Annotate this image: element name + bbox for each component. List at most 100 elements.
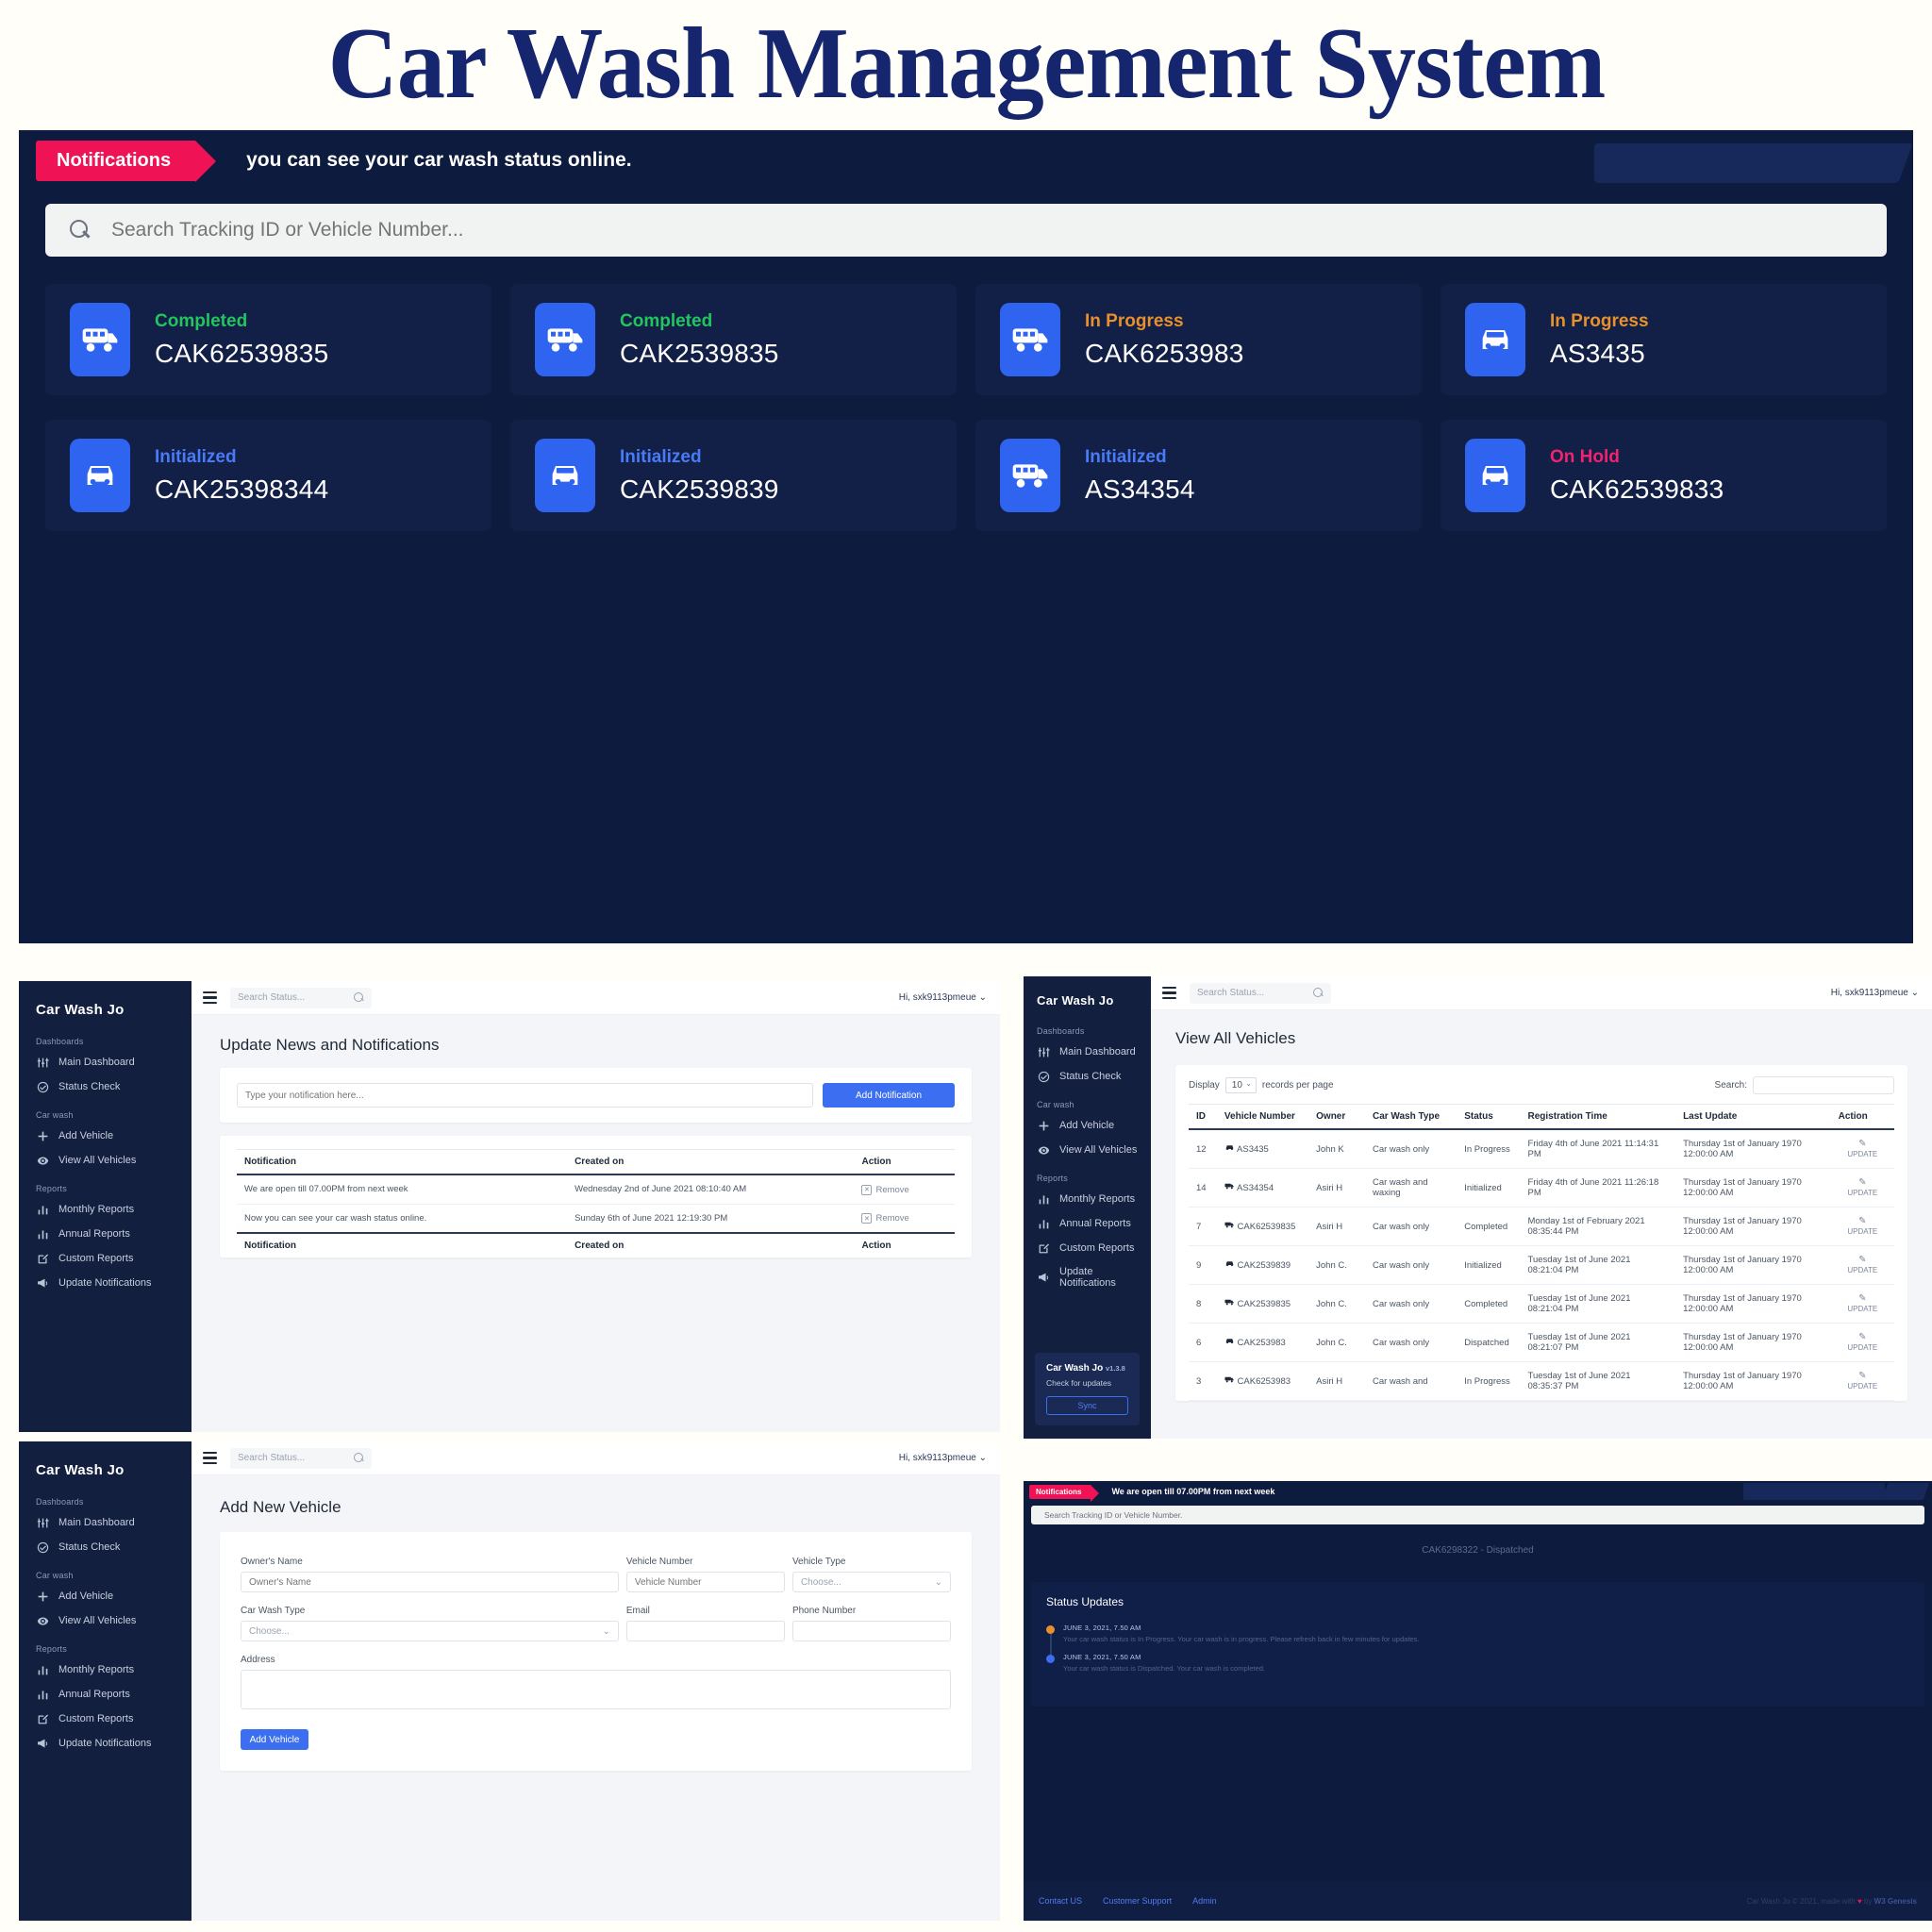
sidebar-item-view-all-vehicles[interactable]: View All Vehicles [36, 1614, 175, 1627]
update-label[interactable]: UPDATE [1847, 1266, 1877, 1274]
status-card[interactable]: Initialized CAK25398344 [45, 420, 491, 531]
footer-link-customer-support[interactable]: Customer Support [1103, 1896, 1172, 1906]
sidebar-item-annual-reports[interactable]: Annual Reports [36, 1688, 175, 1701]
table-row: 12 AS3435 John K Car wash only In Progress F… [1189, 1129, 1894, 1169]
sidebar-item-status-check[interactable]: Status Check [36, 1541, 175, 1554]
sidebar-item-annual-reports[interactable]: Annual Reports [36, 1227, 175, 1241]
megaphone-icon [36, 1276, 49, 1290]
status-label: In Progress [1550, 310, 1649, 331]
sidebar-item-view-all-vehicles[interactable]: View All Vehicles [1037, 1143, 1138, 1157]
sidebar-item-view-all-vehicles[interactable]: View All Vehicles [36, 1154, 175, 1167]
sidebar-item-main-dashboard[interactable]: Main Dashboard [36, 1056, 175, 1069]
sidebar-item-custom-reports[interactable]: Custom Reports [36, 1252, 175, 1265]
update-label[interactable]: UPDATE [1847, 1150, 1877, 1158]
table-search-input[interactable] [1753, 1076, 1894, 1094]
owner: John K [1308, 1129, 1365, 1169]
search-icon [354, 1453, 364, 1463]
add-vehicle-submit-button[interactable]: Add Vehicle [241, 1729, 308, 1750]
sidebar-item-monthly-reports[interactable]: Monthly Reports [36, 1663, 175, 1676]
owner: John C. [1308, 1323, 1365, 1362]
status-search-box[interactable]: Search Status... [230, 1447, 372, 1469]
status-card[interactable]: Initialized AS34354 [975, 420, 1422, 531]
sync-button[interactable]: Sync [1046, 1396, 1128, 1415]
sidebar-item-custom-reports[interactable]: Custom Reports [1037, 1241, 1138, 1255]
tracking-search-bar[interactable]: Search Tracking ID or Vehicle Number. [1031, 1506, 1924, 1524]
status-card[interactable]: Completed CAK2539835 [510, 284, 957, 395]
records-select[interactable]: 10 ⌄ [1224, 1077, 1257, 1093]
status-card[interactable]: On Hold CAK62539833 [1441, 420, 1887, 531]
sidebar-item-custom-reports[interactable]: Custom Reports [36, 1712, 175, 1725]
status-search-placeholder: Search Status... [238, 1453, 306, 1463]
sidebar-item-status-check[interactable]: Status Check [36, 1080, 175, 1093]
sidebar-item-update-notifications[interactable]: Update Notifications [36, 1276, 175, 1290]
version-card-subtitle: Check for updates [1046, 1378, 1111, 1388]
sidebar-item-monthly-reports[interactable]: Monthly Reports [1037, 1192, 1138, 1206]
sidebar-item-update-notifications[interactable]: Update Notifications [1037, 1266, 1138, 1289]
menu-toggle-icon[interactable] [203, 991, 217, 1004]
version-number: v1.3.8 [1105, 1364, 1125, 1373]
owner-name-input[interactable] [241, 1572, 619, 1592]
edit-icon[interactable]: ✎ [1839, 1177, 1887, 1188]
bar-chart-icon [36, 1688, 49, 1701]
vehicle-number-input[interactable] [625, 1572, 785, 1592]
sidebar-item-annual-reports[interactable]: Annual Reports [1037, 1217, 1138, 1230]
sidebar-item-monthly-reports[interactable]: Monthly Reports [36, 1203, 175, 1216]
edit-icon[interactable]: ✎ [1839, 1139, 1887, 1149]
topbar: Search Status... Hi, sxk9113pmeue ⌄ [192, 981, 1000, 1015]
sidebar-item-add-vehicle[interactable]: Add Vehicle [36, 1590, 175, 1603]
sidebar-item-label: View All Vehicles [58, 1615, 137, 1626]
menu-toggle-icon[interactable] [203, 1452, 217, 1464]
user-menu[interactable]: Hi, sxk9113pmeue ⌄ [899, 1453, 987, 1463]
update-label[interactable]: UPDATE [1847, 1382, 1877, 1391]
edit-icon[interactable]: ✎ [1839, 1293, 1887, 1304]
status-search-box[interactable]: Search Status... [230, 987, 372, 1008]
address-textarea[interactable] [241, 1670, 951, 1709]
edit-icon[interactable]: ✎ [1839, 1332, 1887, 1342]
remove-label: Remove [875, 1184, 909, 1195]
add-vehicle-form-card: Owner's Name Vehicle Number Vehicle Type… [220, 1532, 972, 1771]
sidebar-item-label: View All Vehicles [1059, 1144, 1138, 1156]
car-icon [1224, 1260, 1235, 1271]
add-notification-button[interactable]: Add Notification [823, 1083, 955, 1108]
status-card[interactable]: Completed CAK62539835 [45, 284, 491, 395]
phone-input[interactable] [791, 1621, 951, 1641]
status-search-box[interactable]: Search Status... [1190, 982, 1331, 1004]
edit-icon[interactable]: ✎ [1839, 1255, 1887, 1265]
tracking-result-banner: CAK6298322 - Dispatched [1422, 1545, 1534, 1556]
sidebar-item-status-check[interactable]: Status Check [1037, 1070, 1138, 1083]
status-card[interactable]: In Progress CAK6253983 [975, 284, 1422, 395]
wash-type: Car wash and waxing [1364, 1168, 1457, 1208]
update-label[interactable]: UPDATE [1847, 1305, 1877, 1313]
status-card[interactable]: In Progress AS3435 [1441, 284, 1887, 395]
records-per-page-control: Display 10 ⌄ records per page [1189, 1077, 1334, 1093]
edit-icon[interactable]: ✎ [1839, 1371, 1887, 1381]
footer-link-contact-us[interactable]: Contact US [1039, 1896, 1082, 1906]
update-label[interactable]: UPDATE [1847, 1343, 1877, 1352]
status-label: In Progress [1085, 310, 1184, 331]
user-menu[interactable]: Hi, sxk9113pmeue ⌄ [899, 992, 987, 1003]
sidebar-item-update-notifications[interactable]: Update Notifications [36, 1737, 175, 1750]
status-label: Completed [620, 310, 713, 331]
notification-input[interactable] [237, 1083, 813, 1108]
sidebar-item-main-dashboard[interactable]: Main Dashboard [36, 1516, 175, 1529]
tracking-search-input[interactable] [111, 219, 1862, 242]
sidebar-brand: Car Wash Jo [36, 1002, 125, 1018]
sidebar-group-label: Dashboards [36, 1037, 84, 1046]
menu-toggle-icon[interactable] [1162, 987, 1176, 999]
user-menu[interactable]: Hi, sxk9113pmeue ⌄ [1831, 988, 1919, 998]
vehicle-number: CAK253983 [1237, 1338, 1286, 1348]
edit-icon[interactable]: ✎ [1839, 1216, 1887, 1226]
status-card[interactable]: Initialized CAK2539839 [510, 420, 957, 531]
remove-button[interactable]: ✕ Remove [861, 1213, 909, 1224]
remove-button[interactable]: ✕ Remove [861, 1184, 909, 1195]
email-input[interactable] [625, 1621, 785, 1641]
vehicle-type-select[interactable]: Choose... ⌄ [791, 1572, 951, 1592]
sidebar-item-main-dashboard[interactable]: Main Dashboard [1037, 1045, 1138, 1058]
update-label[interactable]: UPDATE [1847, 1227, 1877, 1236]
car-wash-type-select[interactable]: Choose... ⌄ [241, 1621, 619, 1641]
update-label[interactable]: UPDATE [1847, 1189, 1877, 1197]
footer-link-admin[interactable]: Admin [1192, 1896, 1217, 1906]
tracking-search-bar[interactable] [45, 204, 1887, 257]
sidebar-item-add-vehicle[interactable]: Add Vehicle [36, 1129, 175, 1142]
sidebar-item-add-vehicle[interactable]: Add Vehicle [1037, 1119, 1138, 1132]
